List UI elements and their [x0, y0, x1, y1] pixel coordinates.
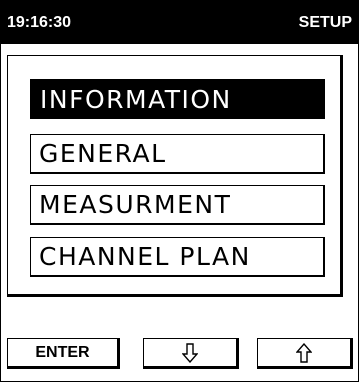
clock-time: 19:16:30	[7, 13, 72, 31]
enter-button-label: ENTER	[35, 343, 90, 361]
screen-mode-title: SETUP	[298, 13, 352, 31]
title-bar: 19:16:30 SETUP	[1, 1, 358, 44]
menu-item-information[interactable]: INFORMATION	[30, 79, 325, 119]
up-button[interactable]	[257, 338, 353, 369]
arrow-up-icon	[296, 342, 312, 363]
menu-item-channel-plan[interactable]: CHANNEL PLAN	[30, 237, 325, 277]
down-button[interactable]	[143, 338, 239, 369]
menu-item-measurment[interactable]: MEASURMENT	[30, 185, 325, 225]
device-screen: 19:16:30 SETUP INFORMATION GENERAL MEASU…	[0, 0, 359, 382]
menu-item-general[interactable]: GENERAL	[30, 134, 325, 174]
enter-button[interactable]: ENTER	[7, 338, 120, 369]
menu-panel: INFORMATION GENERAL MEASURMENT CHANNEL P…	[7, 55, 343, 297]
arrow-down-icon	[182, 342, 198, 363]
